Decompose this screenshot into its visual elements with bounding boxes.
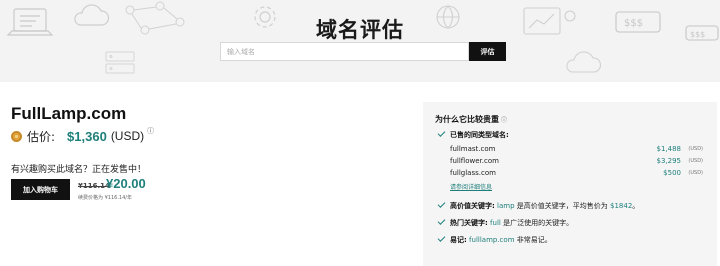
page-title: 域名评估 <box>316 18 404 42</box>
panel-title: 为什么它比较贵重 ⓘ <box>435 114 507 125</box>
feature-label: 高价值关键字: <box>450 202 495 210</box>
high-value-keyword-feature: 高价值关键字: lamp 是高价值关键字，平均售价为 $1842。 <box>450 201 639 211</box>
server-icon <box>100 48 140 78</box>
sold-domain-unit: (USD) <box>688 170 703 176</box>
sold-domains-title: 已售的同类型域名: <box>450 131 509 139</box>
interest-text: 有兴趣购买此域名？正在发售中！ <box>11 165 147 175</box>
renewal-note: 续费价格为 ¥116.14/年 <box>78 195 132 201</box>
sold-domain-row: fullflower.com $3,295 (USD) <box>450 157 703 168</box>
feature-end: 。 <box>632 202 640 210</box>
coin-icon <box>11 130 22 142</box>
memorable-feature: 易记: fulllamp.com 非常易记。 <box>450 235 552 245</box>
hero-banner: $$$ $$$ 域名评估 评估 <box>0 0 720 82</box>
sold-domain-price: $3,295 <box>656 157 682 165</box>
feature-text: 非常易记。 <box>516 236 552 244</box>
domain-name: FullLamp.com <box>11 104 127 123</box>
feature-text: 是高价值关键字，平均售价为 <box>516 202 608 210</box>
feature-keyword[interactable]: fulllamp.com <box>469 236 514 244</box>
add-to-cart-button[interactable]: 加入购物车 <box>11 179 70 200</box>
feature-keyword[interactable]: full <box>490 219 501 227</box>
sold-domain-price: $500 <box>663 169 681 177</box>
estimate-value: $1,360 <box>67 128 107 144</box>
evaluate-button[interactable]: 评估 <box>469 42 506 61</box>
domain-search-input[interactable] <box>220 42 469 61</box>
estimate-row: 估价: $1,360 (USD) ⓘ <box>11 127 154 145</box>
details-link[interactable]: 请参阅详细信息 <box>450 182 492 191</box>
sold-domain-name: fullmast.com <box>450 145 496 153</box>
feature-text: 是广泛使用的关键字。 <box>503 219 574 227</box>
feature-avg-price: $1842 <box>610 202 633 210</box>
popular-keyword-feature: 热门关键字: full 是广泛使用的关键字。 <box>450 218 573 228</box>
help-icon[interactable]: ⓘ <box>147 126 154 136</box>
feature-keyword[interactable]: lamp <box>497 202 515 210</box>
estimate-label: 估价: <box>27 129 56 144</box>
sold-domain-unit: (USD) <box>688 146 703 152</box>
sold-domain-unit: (USD) <box>688 158 703 164</box>
sold-domain-name: fullflower.com <box>450 157 499 165</box>
help-icon[interactable]: ⓘ <box>501 117 507 124</box>
cloud-icon <box>560 50 604 76</box>
sold-domain-row: fullmast.com $1,488 (USD) <box>450 145 703 156</box>
sold-domain-price: $1,488 <box>656 145 682 153</box>
sold-domain-row: fullglass.com $500 (USD) <box>450 169 703 180</box>
sale-price: ¥20.00 <box>106 176 146 191</box>
estimate-currency: (USD) <box>110 129 145 143</box>
feature-label: 易记: <box>450 236 467 244</box>
feature-label: 热门关键字: <box>450 219 488 227</box>
sold-domain-name: fullglass.com <box>450 169 496 177</box>
panel-title-text: 为什么它比较贵重 <box>435 115 499 124</box>
